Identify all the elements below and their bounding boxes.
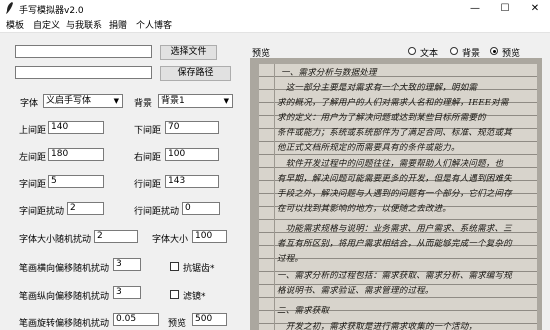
char-spacing-label: 字间距 [19,180,47,190]
handwriting-line: 开发之初，需求获取是进行需求收集的一个活动， [277,322,478,330]
minimize-button[interactable]: — [460,0,490,17]
handwriting-line: 功能需求规格与说明：业务需求、用户需求、系统需求、三 [277,224,512,234]
handwriting-line: 一、需求分析的过程包括：需求获取、需求分析、需求编写规 [277,271,512,281]
preview-image: 一、需求分析与数据处理 这一部分主要是对需求有一个大致的理解，明如需 求的概况，… [250,58,542,330]
handwriting-line: 软件开发过程中的问题往往，需要帮助人们解决问题，也 [277,159,504,169]
line-spacing-jitter-label: 行间距扰动 [134,207,180,217]
right-margin-input[interactable]: 100 [165,148,219,161]
save-path-button[interactable]: 保存路径 [160,66,231,81]
line-spacing-jitter-input[interactable]: 0 [182,202,220,215]
right-margin-label: 右间距 [134,153,162,163]
preview-size-input[interactable]: 500 [192,313,227,326]
filter-checkbox[interactable] [170,290,179,299]
font-size-label: 字体大小 [152,235,189,245]
bottom-margin-input[interactable]: 70 [165,121,219,134]
handwriting-line: 这一部分主要是对需求有一个大致的理解，明如需 [277,83,478,93]
handwriting-line: 条件或能力；系统或系统部件为了满足合同、标准、规范或其 [277,128,512,138]
line-spacing-label: 行间距 [134,180,162,190]
menu-template[interactable]: 模板 [6,18,24,31]
handwriting-line: 过程。 [277,254,304,264]
left-margin-input[interactable]: 180 [48,148,104,161]
stroke-rotate-label: 笔画旋转偏移随机扰动 [19,319,110,329]
handwriting-line: 者互有所区别，将用户需求相结合，从而能够完成一个复杂的 [277,239,512,249]
save-path-input[interactable] [15,66,152,79]
bottom-margin-label: 下间距 [134,126,162,136]
handwriting-line: 有早期，解决问题可能需要更多的开发，但是有人遇到困难失 [277,174,512,184]
handwriting-line: 求的定义：用户为了解决问题或达到某些目标所需要的 [277,113,486,123]
char-spacing-jitter-label: 字间距扰动 [19,207,65,217]
handwriting-line: 在可以找到其影响的地方，以便随之去改进。 [277,204,452,214]
maximize-button[interactable]: ☐ [490,0,520,17]
chevron-down-icon: ▼ [223,97,229,105]
font-size-input[interactable]: 100 [192,230,227,243]
window-title: 手写模拟器v2.0 [19,6,84,16]
radio-preview[interactable] [490,47,498,55]
preview-size-label: 预览 [168,319,187,329]
font-select-value: 义启手写体 [46,96,92,106]
stroke-h-offset-input[interactable]: 3 [113,258,141,271]
menu-bar: 模板 自定义 与我联系 捐赠 个人博客 [0,17,550,33]
top-margin-input[interactable]: 140 [48,121,104,134]
char-spacing-jitter-input[interactable]: 2 [67,202,104,215]
handwriting-line: 二、需求获取 [277,306,330,316]
close-button[interactable]: ✕ [520,0,550,17]
left-margin-label: 左间距 [19,153,47,163]
menu-contact[interactable]: 与我联系 [66,18,102,31]
font-size-jitter-input[interactable]: 2 [94,230,138,243]
background-select-value: 背景1 [161,96,185,106]
background-label: 背景 [134,99,153,109]
stroke-h-offset-label: 笔画横向偏移随机扰动 [19,264,110,274]
filter-label: 滤镜* [183,292,206,302]
title-bar: 手写模拟器v2.0 — ☐ ✕ [0,0,550,17]
file-path-input[interactable] [15,45,152,58]
radio-background[interactable] [450,47,458,55]
lined-paper: 一、需求分析与数据处理 这一部分主要是对需求有一个大致的理解，明如需 求的概况，… [259,64,537,330]
handwriting-line: 手段之外，解决问题与人遇到的问题有一个部分，它们之间存 [277,189,512,199]
top-margin-label: 上间距 [19,126,47,136]
paper-margin-line [274,64,275,330]
font-size-jitter-label: 字体大小随机扰动 [19,235,92,245]
choose-file-button[interactable]: 选择文件 [160,45,217,60]
radio-text[interactable] [408,47,416,55]
font-select[interactable]: 义启手写体 ▼ [43,94,123,108]
stroke-v-offset-label: 笔画纵向偏移随机扰动 [19,292,110,302]
char-spacing-input[interactable]: 5 [48,175,104,188]
font-label: 字体 [20,99,39,109]
handwriting-line: 格说明书、需求验证、需求管理的过程。 [277,286,434,296]
antialias-checkbox[interactable] [170,262,179,271]
feather-pen-icon [6,2,13,14]
handwriting-line: 他正式文档所规定的而需要具有的条件或能力。 [277,143,460,153]
background-select[interactable]: 背景1 ▼ [158,94,233,108]
handwriting-line: 一、需求分析与数据处理 [281,68,377,78]
antialias-label: 抗锯齿* [183,264,215,274]
menu-custom[interactable]: 自定义 [33,18,60,31]
stroke-v-offset-input[interactable]: 3 [113,286,141,299]
chevron-down-icon: ▼ [113,97,119,105]
handwriting-line: 求的概况，了解用户的人们对需求人名和的理解，IEEE对需 [277,98,509,108]
stroke-rotate-input[interactable]: 0.05 [113,313,159,326]
line-spacing-input[interactable]: 143 [165,175,219,188]
menu-donate[interactable]: 捐赠 [109,18,127,31]
menu-blog[interactable]: 个人博客 [136,18,172,31]
